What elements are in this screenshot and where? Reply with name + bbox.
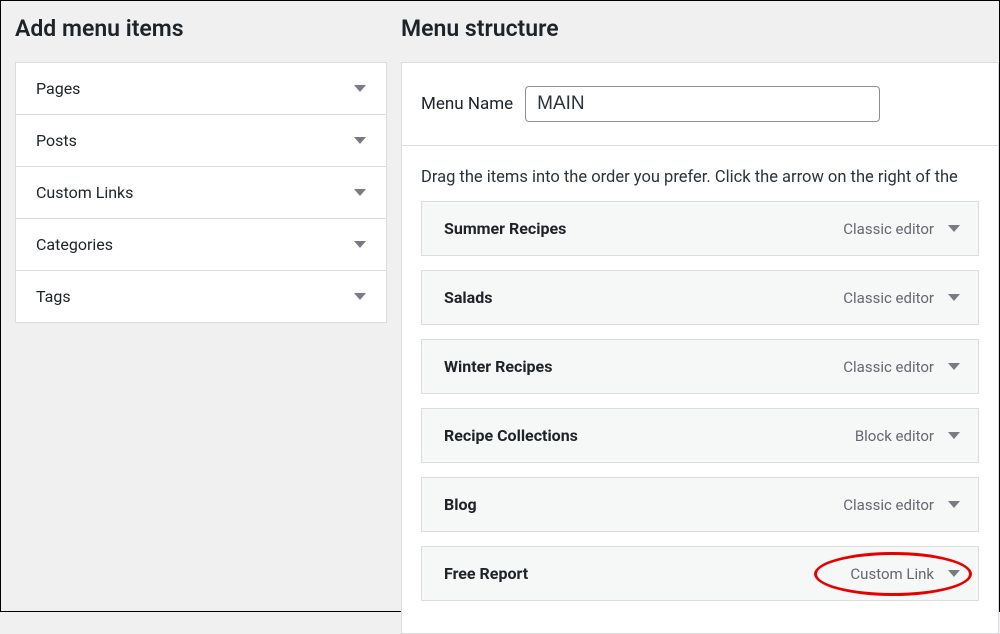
menu-structure-panel: Menu structure Menu Name Drag the items … <box>401 1 999 611</box>
menu-item-label: Salads <box>444 288 492 307</box>
menu-item-label: Free Report <box>444 564 528 583</box>
menu-item-right: Classic editor <box>843 496 960 514</box>
accordion-label: Custom Links <box>36 183 133 202</box>
accordion-label: Posts <box>36 131 77 150</box>
menu-box: Menu Name Drag the items into the order … <box>401 62 999 634</box>
menu-item-type: Custom Link <box>850 565 934 583</box>
menu-item-winter-recipes[interactable]: Winter Recipes Classic editor <box>421 339 979 394</box>
menu-item-right: Classic editor <box>843 289 960 307</box>
menu-structure-heading: Menu structure <box>401 15 999 42</box>
chevron-down-icon <box>354 241 366 248</box>
menu-item-type: Classic editor <box>843 289 934 307</box>
menu-item-right: Block editor <box>855 427 960 445</box>
instructions-text: Drag the items into the order you prefer… <box>402 146 998 201</box>
menu-item-recipe-collections[interactable]: Recipe Collections Block editor <box>421 408 979 463</box>
menu-item-blog[interactable]: Blog Classic editor <box>421 477 979 532</box>
menu-item-free-report[interactable]: Free Report Custom Link <box>421 546 979 601</box>
menu-item-salads[interactable]: Salads Classic editor <box>421 270 979 325</box>
menu-name-label: Menu Name <box>421 94 513 114</box>
chevron-down-icon[interactable] <box>948 294 960 301</box>
accordion-label: Pages <box>36 79 80 98</box>
add-menu-items-panel: Add menu items Pages Posts Custom Links … <box>1 1 401 611</box>
menu-items-list: Summer Recipes Classic editor Salads Cla… <box>402 201 998 633</box>
menu-item-label: Summer Recipes <box>444 219 566 238</box>
accordion-label: Categories <box>36 235 113 254</box>
accordion-pages[interactable]: Pages <box>16 63 386 115</box>
chevron-down-icon <box>354 189 366 196</box>
menu-item-right: Classic editor <box>843 358 960 376</box>
accordion: Pages Posts Custom Links Categories Tags <box>15 62 387 323</box>
menu-item-right: Classic editor <box>843 220 960 238</box>
menu-name-row: Menu Name <box>402 63 998 146</box>
menu-item-summer-recipes[interactable]: Summer Recipes Classic editor <box>421 201 979 256</box>
chevron-down-icon <box>354 137 366 144</box>
chevron-down-icon[interactable] <box>948 363 960 370</box>
menu-name-input[interactable] <box>525 86 880 122</box>
accordion-tags[interactable]: Tags <box>16 271 386 322</box>
menu-item-type: Classic editor <box>843 220 934 238</box>
menu-item-type: Classic editor <box>843 496 934 514</box>
menu-item-label: Recipe Collections <box>444 426 578 445</box>
accordion-categories[interactable]: Categories <box>16 219 386 271</box>
chevron-down-icon[interactable] <box>948 432 960 439</box>
accordion-label: Tags <box>36 287 71 306</box>
chevron-down-icon <box>354 293 366 300</box>
chevron-down-icon[interactable] <box>948 225 960 232</box>
menu-item-label: Blog <box>444 495 477 514</box>
menu-item-right: Custom Link <box>850 565 960 583</box>
chevron-down-icon <box>354 85 366 92</box>
menu-item-type: Block editor <box>855 427 934 445</box>
add-menu-items-heading: Add menu items <box>15 15 387 42</box>
chevron-down-icon[interactable] <box>948 570 960 577</box>
accordion-custom-links[interactable]: Custom Links <box>16 167 386 219</box>
menu-item-type: Classic editor <box>843 358 934 376</box>
menu-item-label: Winter Recipes <box>444 357 552 376</box>
accordion-posts[interactable]: Posts <box>16 115 386 167</box>
chevron-down-icon[interactable] <box>948 501 960 508</box>
